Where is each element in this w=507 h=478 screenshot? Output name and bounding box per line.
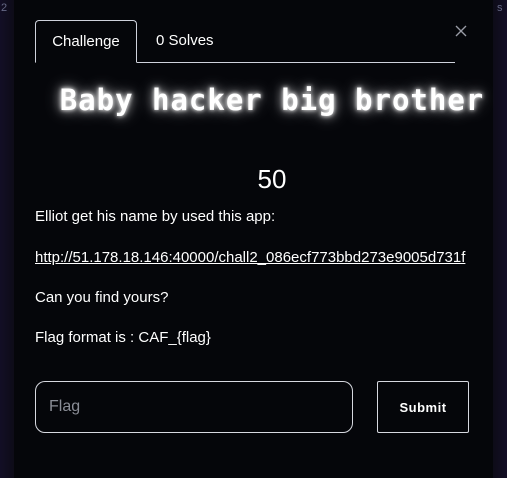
close-button[interactable] [454, 24, 470, 40]
close-icon[interactable] [454, 24, 468, 38]
submit-button[interactable]: Submit [377, 381, 469, 433]
challenge-value: 50 [257, 164, 287, 194]
flag-input[interactable] [35, 381, 353, 433]
tab-solves[interactable]: 0 Solves [156, 20, 214, 62]
page: 2 s Challenge 0 Solves Baby hacker big b… [0, 0, 507, 478]
description-link-line: http://51.178.18.146:40000/chall2_086ecf… [35, 249, 465, 266]
challenge-title: Baby hacker big brother [59, 83, 485, 117]
backdrop-glyph-right: s [497, 2, 503, 14]
flag-format-text: Flag format is : CAF_{flag} [35, 329, 211, 346]
challenge-modal: Challenge 0 Solves Baby hacker big broth… [14, 0, 493, 478]
challenge-link[interactable]: http://51.178.18.146:40000/chall2_086ecf… [35, 249, 465, 266]
tab-bar: Challenge 0 Solves [35, 20, 455, 63]
description-line: Elliot get his name by used this app: [35, 208, 276, 225]
backdrop-glyph-left: 2 [1, 2, 8, 14]
description-question: Can you find yours? [35, 289, 169, 306]
tab-challenge[interactable]: Challenge [35, 20, 137, 63]
